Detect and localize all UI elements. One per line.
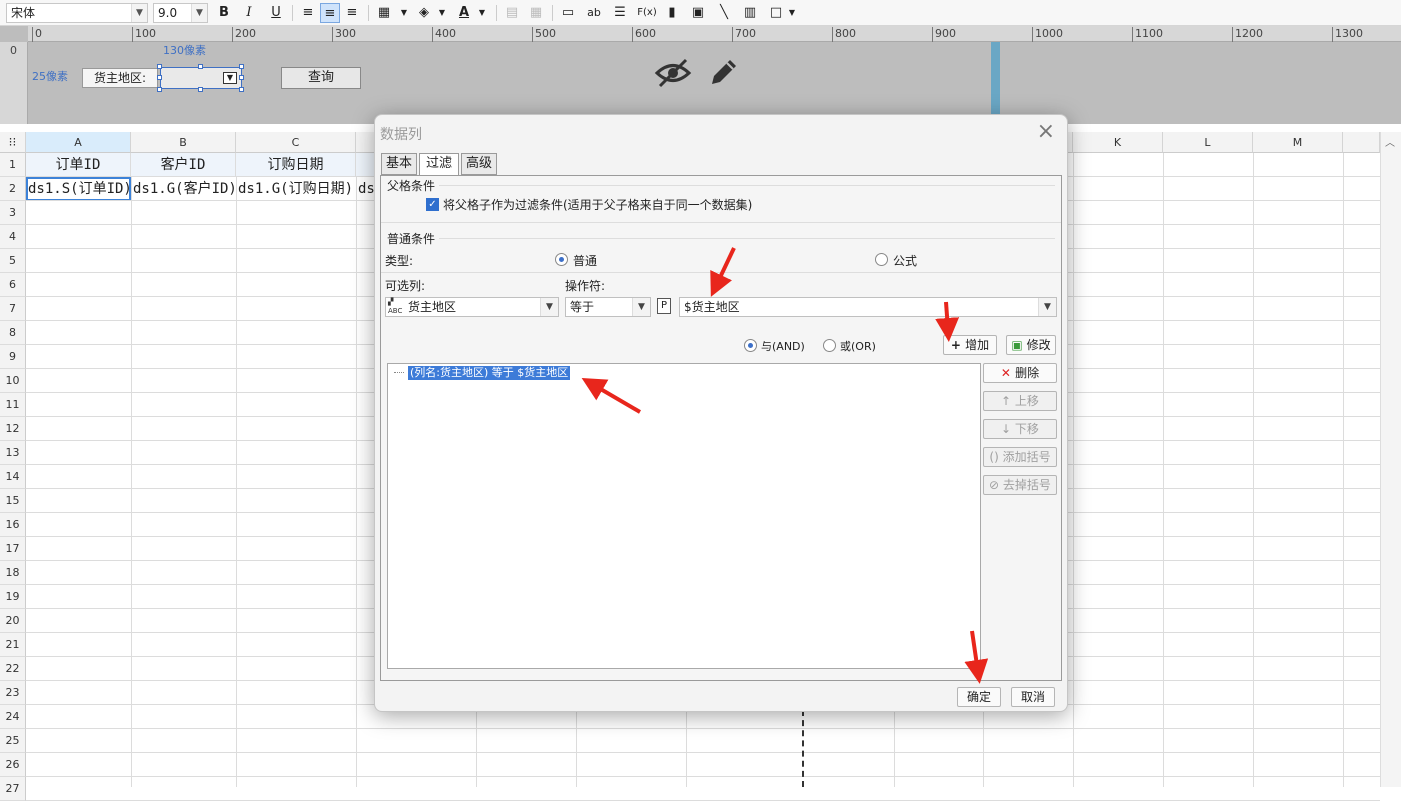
annotation-arrow: [581, 377, 642, 414]
annotation-arrow: [935, 301, 960, 342]
annotation-arrow: [964, 630, 989, 684]
annotation-arrow: [710, 247, 736, 297]
annotation-arrows: [581, 247, 989, 684]
